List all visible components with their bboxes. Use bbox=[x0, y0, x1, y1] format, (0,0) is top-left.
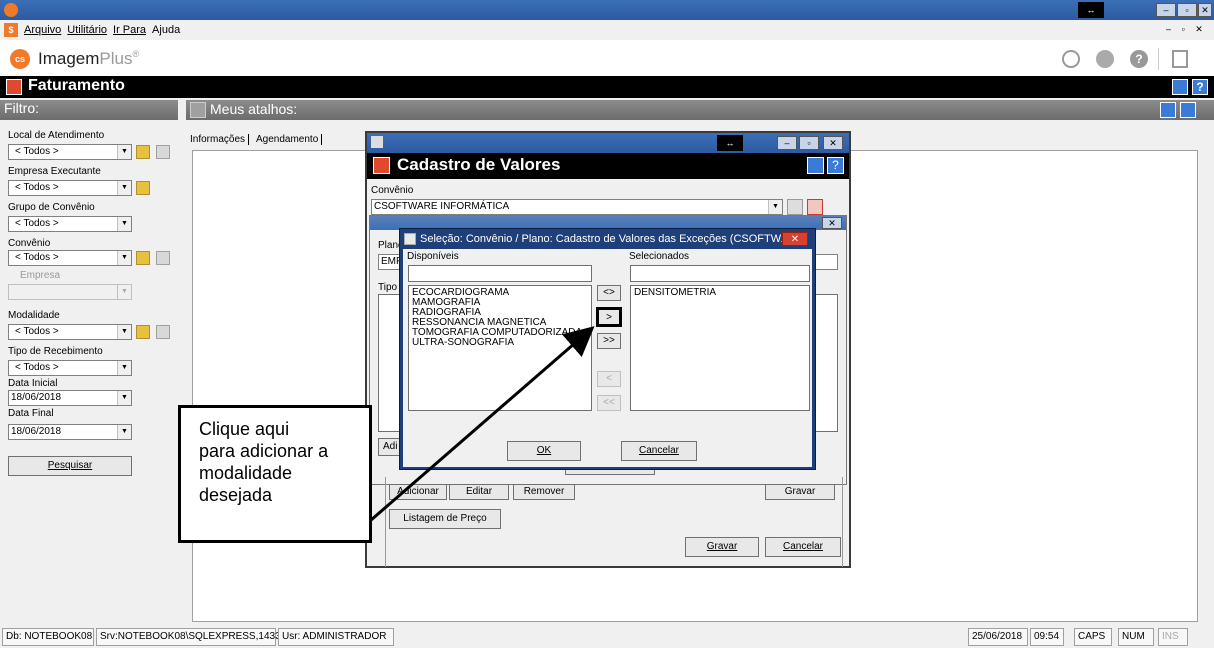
status-usr: Usr: ADMINISTRADOR bbox=[278, 628, 394, 646]
status-db: Db: NOTEBOOK08 bbox=[2, 628, 94, 646]
callout-line: para adicionar a bbox=[199, 441, 329, 461]
callout-box: Clique aqui para adicionar a modalidade … bbox=[178, 405, 372, 543]
status-ins: INS bbox=[1158, 628, 1188, 646]
callout-line: Clique aqui bbox=[199, 419, 290, 439]
annotation-arrow bbox=[347, 326, 595, 542]
status-num: NUM bbox=[1118, 628, 1154, 646]
callout-line: modalidade bbox=[199, 463, 293, 483]
status-srv: Srv:NOTEBOOK08\SQLEXPRESS,1433 bbox=[96, 628, 281, 646]
status-date: 25/06/2018 bbox=[968, 628, 1028, 646]
arrow-line bbox=[347, 326, 595, 542]
callout-line: desejada bbox=[199, 485, 273, 505]
status-time: 09:54 bbox=[1030, 628, 1064, 646]
status-caps: CAPS bbox=[1074, 628, 1112, 646]
